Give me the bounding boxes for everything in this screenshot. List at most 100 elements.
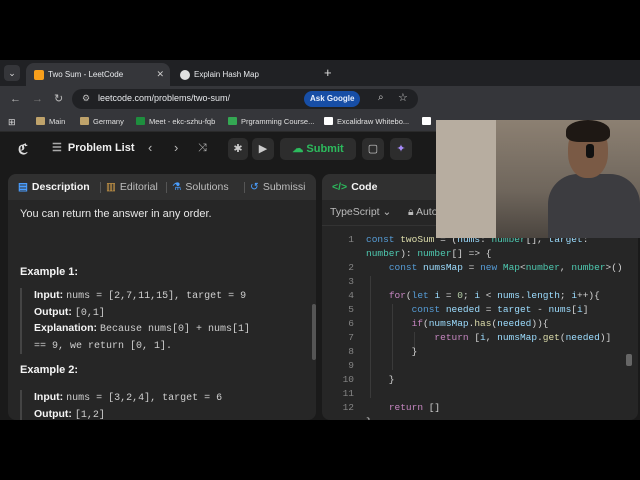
bookmark-main[interactable]: Main xyxy=(36,115,65,129)
bookmark-meet[interactable]: Meet - ekc-szhu-fqb xyxy=(136,115,215,129)
divider xyxy=(100,182,101,193)
close-tab-icon[interactable]: ✕ xyxy=(156,63,164,86)
new-tab-button[interactable]: + xyxy=(324,65,332,81)
example-2-output: Output: [1,2] xyxy=(34,407,310,421)
line-number: 7 xyxy=(348,332,354,343)
notes-button[interactable]: ▢ xyxy=(362,138,384,160)
excalidraw-icon xyxy=(422,117,431,125)
tab-editorial[interactable]: ▥ Editorial xyxy=(106,174,158,200)
book-icon: ▥ xyxy=(106,181,116,193)
line-number: 2 xyxy=(348,262,354,273)
bookmark-excalidraw[interactable]: Excalidraw Whitebo... xyxy=(324,115,409,129)
code-line: const numsMap = new Map<number, number>(… xyxy=(388,262,623,273)
bookmark-star-icon[interactable]: ☆ xyxy=(398,91,408,104)
tab-label: Submissi xyxy=(262,181,306,193)
submit-label: Submit xyxy=(306,143,344,155)
back-icon[interactable]: ← xyxy=(10,92,21,106)
explanation-text: == 9, we return [0, 1]. xyxy=(34,340,173,352)
site-info-icon[interactable]: ⚙ xyxy=(82,93,90,104)
address-toolbar: ← → ↻ ⚙ leetcode.com/problems/two-sum/ A… xyxy=(0,86,640,112)
lock-icon: 🔒︎ xyxy=(408,206,414,218)
tab-explain-hash-map[interactable]: Explain Hash Map xyxy=(172,63,318,86)
problem-list-link[interactable]: ☰ Problem List xyxy=(52,141,135,154)
webcam-overlay xyxy=(436,120,640,238)
leetcode-favicon-icon xyxy=(34,70,44,80)
output-label: Output: xyxy=(34,407,72,420)
tab-description[interactable]: ▤ Description xyxy=(18,174,90,200)
apps-grid-icon[interactable]: ⊞ xyxy=(8,115,16,129)
code-title: </> Code xyxy=(332,174,377,200)
bookmark-overflow[interactable] xyxy=(422,115,435,129)
code-editor[interactable]: 1 2 3 4 5 6 7 8 9 10 11 12 const twoSum … xyxy=(322,230,638,420)
mode-label: Auto xyxy=(415,206,438,218)
submit-button[interactable]: ☁ Submit xyxy=(280,138,356,160)
chatgpt-favicon-icon xyxy=(180,70,190,80)
language-label: TypeScript xyxy=(330,206,380,218)
headphone-icon xyxy=(586,144,594,158)
folder-icon xyxy=(80,117,89,125)
webcam-person-body xyxy=(548,174,640,238)
language-select[interactable]: TypeScript ⌄ xyxy=(330,206,391,218)
meet-icon xyxy=(136,117,145,125)
cloud-upload-icon: ☁ xyxy=(292,143,307,155)
sparkle-icon: ✦ xyxy=(396,143,406,155)
example-1-block: Input: nums = [2,7,11,15], target = 9 Ou… xyxy=(20,288,310,354)
auto-mode-toggle[interactable]: 🔒︎ Auto xyxy=(408,206,438,219)
output-value: [0,1] xyxy=(74,307,105,319)
line-number: 6 xyxy=(348,318,354,329)
code-line: } xyxy=(366,374,395,385)
debug-button[interactable]: ✱ xyxy=(228,138,248,160)
bookmark-programming-course[interactable]: Prgramming Course... xyxy=(228,115,314,129)
note-icon: ▢ xyxy=(367,143,379,155)
url-text[interactable]: leetcode.com/problems/two-sum/ xyxy=(98,93,230,103)
output-value: [1,2] xyxy=(74,409,105,421)
address-bar[interactable]: ⚙ leetcode.com/problems/two-sum/ Ask Goo… xyxy=(72,89,418,109)
zoom-icon[interactable]: ⌕ xyxy=(378,92,384,103)
bookmark-germany[interactable]: Germany xyxy=(80,115,124,129)
line-number: 4 xyxy=(348,290,354,301)
tab-search-icon[interactable]: ⌄ xyxy=(4,65,20,81)
code-line: return [i, numsMap.get(needed)] xyxy=(434,332,612,343)
line-number: 8 xyxy=(348,346,354,357)
editor-scrollbar[interactable] xyxy=(626,354,632,366)
code-line: return [] xyxy=(388,402,441,413)
forward-icon[interactable]: → xyxy=(32,92,43,106)
bookmark-label: Excalidraw Whitebo... xyxy=(337,117,410,126)
bookmark-label: Main xyxy=(49,117,66,126)
code-line: const needed = target - nums[i] xyxy=(411,304,589,315)
line-number: 1 xyxy=(348,234,354,245)
bookmark-label: Prgramming Course... xyxy=(241,117,315,126)
example-1-explanation: Explanation: Because nums[0] + nums[1] xyxy=(34,321,310,338)
ai-assist-button[interactable]: ✦ xyxy=(390,138,412,160)
run-button[interactable]: ▶ xyxy=(252,138,274,160)
line-number: 10 xyxy=(342,374,354,385)
explanation-text: Because nums[0] + nums[1] xyxy=(99,324,250,335)
tab-label: Description xyxy=(31,181,90,193)
tab-label: Explain Hash Map xyxy=(194,70,259,79)
code-line: number): number[] => { xyxy=(366,248,492,259)
intro-text: You can return the answer in any order. xyxy=(20,208,212,220)
ask-google-button[interactable]: Ask Google xyxy=(304,91,361,107)
tab-label: Solutions xyxy=(185,181,229,193)
output-label: Output: xyxy=(34,305,72,318)
tab-two-sum[interactable]: Two Sum - LeetCode ✕ xyxy=(26,63,170,86)
divider xyxy=(244,182,245,193)
webcam-person-hair xyxy=(566,120,610,142)
tab-solutions[interactable]: ⚗ Solutions xyxy=(172,174,229,200)
code-line: for(let i = 0; i < nums.length; i++){ xyxy=(388,290,600,301)
leetcode-logo-icon[interactable]: ℭ xyxy=(18,141,28,158)
browser-tab-strip: ⌄ Two Sum - LeetCode ✕ Explain Hash Map … xyxy=(0,60,640,86)
line-number: 12 xyxy=(342,402,354,413)
code-brackets-icon: </> xyxy=(332,181,348,193)
shuffle-icon[interactable]: ⤨ xyxy=(198,142,207,155)
input-label: Input: xyxy=(34,391,64,403)
code-title-label: Code xyxy=(351,181,378,193)
description-scrollbar[interactable] xyxy=(312,304,316,360)
prev-problem-icon[interactable]: ‹ xyxy=(148,140,152,155)
document-icon: ▤ xyxy=(18,181,28,193)
next-problem-icon[interactable]: › xyxy=(174,140,178,155)
excalidraw-icon xyxy=(324,117,333,125)
tab-submissions[interactable]: ↺ Submissi xyxy=(250,174,305,200)
reload-icon[interactable]: ↻ xyxy=(54,92,63,106)
list-icon: ☰ xyxy=(52,142,62,154)
